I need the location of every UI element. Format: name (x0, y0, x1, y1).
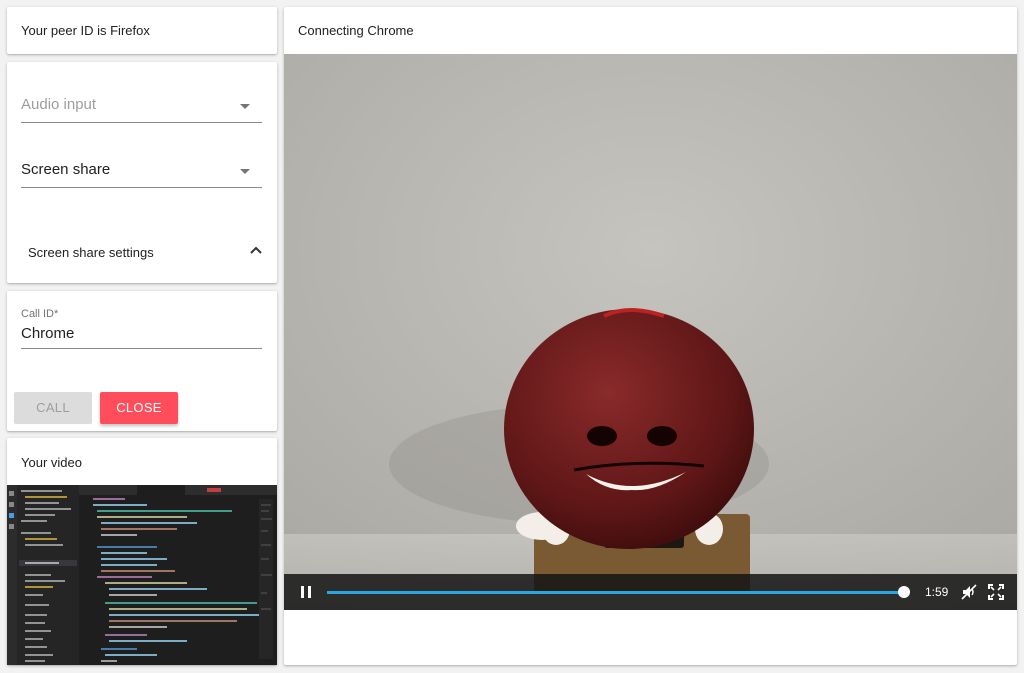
screen-share-settings-label: Screen share settings (28, 245, 154, 260)
media-settings-card: Audio input Screen share Screen share se… (7, 62, 277, 283)
progress-bar[interactable] (327, 591, 904, 594)
volume-muted-icon[interactable] (961, 584, 977, 600)
remote-video-player[interactable]: !靴有! 1:59 (284, 54, 1017, 610)
call-id-label: Call ID* (21, 308, 59, 320)
audio-input-select[interactable]: Audio input (21, 92, 262, 123)
remote-video-card: Connecting Chrome 1:59 (284, 7, 1017, 665)
chevron-down-icon (240, 104, 250, 109)
close-button[interactable]: CLOSE (100, 392, 178, 424)
call-button[interactable]: CALL (14, 392, 92, 424)
progress-handle[interactable] (898, 586, 910, 598)
screen-share-value: Screen share (21, 161, 111, 178)
remote-video-frame: !靴有! (284, 54, 1017, 610)
pause-icon[interactable] (300, 585, 312, 599)
video-controls-bar: 1:59 (284, 574, 1017, 610)
fullscreen-icon[interactable] (988, 584, 1004, 600)
peer-id-card: Your peer ID is Firefox (7, 7, 277, 54)
local-video-stream (7, 485, 277, 665)
local-video-card: Your video (7, 438, 277, 665)
chevron-down-icon (240, 169, 250, 174)
screen-share-settings-expander[interactable]: Screen share settings (7, 222, 277, 282)
local-video-title: Your video (21, 455, 82, 470)
chevron-up-icon (250, 246, 262, 254)
audio-input-placeholder: Audio input (21, 96, 97, 113)
screen-share-select[interactable]: Screen share (21, 157, 262, 188)
call-card: Call ID* Chrome CALL CLOSE (7, 291, 277, 431)
screen-share-preview (7, 485, 277, 665)
remote-video-title: Connecting Chrome (298, 23, 414, 38)
playback-time: 1:59 (925, 585, 949, 599)
call-id-input[interactable]: Chrome (21, 323, 262, 349)
peer-id-title: Your peer ID is Firefox (21, 23, 150, 38)
